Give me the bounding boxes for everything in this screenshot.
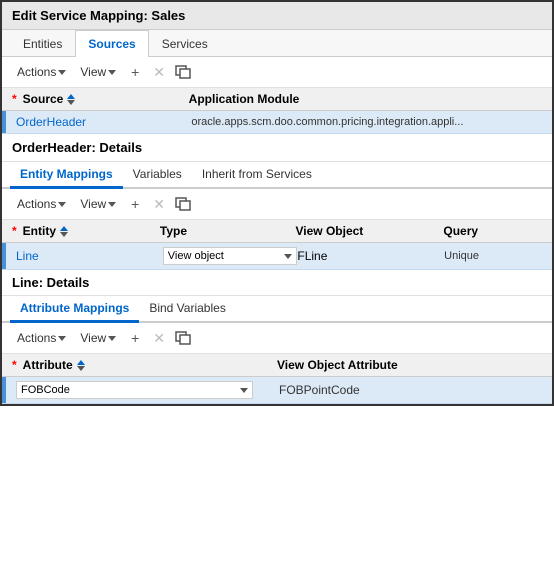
col-query-header: Query: [443, 224, 542, 238]
line-detail-header: Line: Details: [2, 270, 552, 296]
tab-sources[interactable]: Sources: [75, 30, 148, 57]
attr-actions-arrow-icon: [58, 336, 66, 341]
attr-detach-icon: [175, 331, 191, 345]
attr-actions-button[interactable]: Actions: [12, 329, 71, 347]
entity-table-row[interactable]: Line View object FLine Unique: [2, 243, 552, 270]
inner-view-button[interactable]: View: [75, 195, 121, 213]
entity-sort-up-icon: [60, 226, 68, 231]
appmod-cell: oracle.apps.scm.doo.common.pricing.integ…: [191, 116, 542, 128]
tab-inherit-from-services[interactable]: Inherit from Services: [192, 162, 322, 189]
inner-tabs: Entity Mappings Variables Inherit from S…: [2, 162, 552, 189]
entity-cell: Line: [16, 249, 163, 263]
sort-up-icon: [67, 94, 75, 99]
col-type-header: Type: [160, 224, 296, 238]
tab-entity-mappings[interactable]: Entity Mappings: [10, 162, 123, 189]
attr-selection-bar: [2, 377, 6, 403]
top-tabs: Entities Sources Services: [2, 30, 552, 57]
inner-actions-button[interactable]: Actions: [12, 195, 71, 213]
title-bar: Edit Service Mapping: Sales: [2, 2, 552, 30]
bottom-tabs: Attribute Mappings Bind Variables: [2, 296, 552, 323]
attr-select-arrow-icon: [240, 388, 248, 393]
attr-sort-down-icon: [77, 366, 85, 371]
detach-button[interactable]: [173, 62, 193, 82]
required-star: *: [12, 92, 17, 106]
entity-selection-bar: [2, 243, 6, 269]
selection-bar: [2, 111, 6, 133]
attr-select[interactable]: FOBCode: [16, 381, 253, 399]
tab-variables[interactable]: Variables: [123, 162, 192, 189]
view-button[interactable]: View: [75, 63, 121, 81]
tab-services[interactable]: Services: [149, 30, 221, 57]
attr-required-star: *: [12, 358, 17, 372]
inner-add-button[interactable]: +: [125, 194, 145, 214]
attr-sort-icons: [77, 360, 85, 371]
attr-delete-button[interactable]: ✕: [149, 328, 169, 348]
source-cell: OrderHeader: [16, 115, 191, 129]
attr-detach-button[interactable]: [173, 328, 193, 348]
tab-entities[interactable]: Entities: [10, 30, 75, 57]
entity-required-star: *: [12, 224, 17, 238]
detach-icon: [175, 65, 191, 79]
entity-sort-icons: [60, 226, 68, 237]
attr-add-button[interactable]: +: [125, 328, 145, 348]
attr-table-row[interactable]: FOBCode FOBPointCode: [2, 377, 552, 404]
query-cell: Unique: [444, 250, 542, 262]
source-table-header: * Source Application Module: [2, 88, 552, 111]
entity-toolbar: Actions View + ✕: [2, 189, 552, 220]
attr-view-arrow-icon: [108, 336, 116, 341]
attr-sort-up-icon: [77, 360, 85, 365]
attr-table-header: * Attribute View Object Attribute: [2, 354, 552, 377]
inner-detach-icon: [175, 197, 191, 211]
source-table-row[interactable]: OrderHeader oracle.apps.scm.doo.common.p…: [2, 111, 552, 134]
col-viewattr-header: View Object Attribute: [277, 358, 542, 372]
col-appmod-header: Application Module: [189, 92, 542, 106]
type-select-arrow-icon: [284, 254, 292, 259]
attr-toolbar: Actions View + ✕: [2, 323, 552, 354]
actions-button[interactable]: Actions: [12, 63, 71, 81]
viewattr-cell: FOBPointCode: [279, 383, 542, 397]
view-arrow-icon: [108, 70, 116, 75]
delete-button[interactable]: ✕: [149, 62, 169, 82]
sort-down-icon: [67, 100, 75, 105]
entity-table-header: * Entity Type View Object Query: [2, 220, 552, 243]
attr-cell: FOBCode: [16, 381, 279, 399]
viewobj-cell: FLine: [297, 249, 444, 263]
sort-icons: [67, 94, 75, 105]
inner-detach-button[interactable]: [173, 194, 193, 214]
add-button[interactable]: +: [125, 62, 145, 82]
sources-toolbar: Actions View + ✕: [2, 57, 552, 88]
inner-delete-button[interactable]: ✕: [149, 194, 169, 214]
col-viewobj-header: View Object: [295, 224, 443, 238]
inner-actions-arrow-icon: [58, 202, 66, 207]
tab-bind-variables[interactable]: Bind Variables: [139, 296, 236, 323]
detail-header: OrderHeader: Details: [2, 134, 552, 162]
type-cell: View object: [163, 247, 298, 265]
actions-arrow-icon: [58, 70, 66, 75]
page-title: Edit Service Mapping: Sales: [12, 8, 185, 23]
main-container: Edit Service Mapping: Sales Entities Sou…: [0, 0, 554, 406]
entity-sort-down-icon: [60, 232, 68, 237]
tab-attribute-mappings[interactable]: Attribute Mappings: [10, 296, 139, 323]
inner-view-arrow-icon: [108, 202, 116, 207]
type-select[interactable]: View object: [163, 247, 298, 265]
attr-view-button[interactable]: View: [75, 329, 121, 347]
